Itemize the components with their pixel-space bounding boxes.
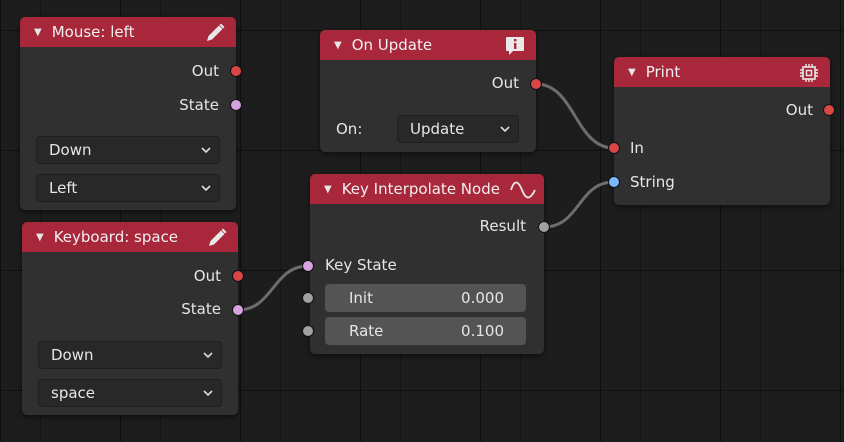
mouse-state-socket[interactable] [230, 99, 242, 111]
chip-icon [800, 64, 818, 82]
print-string-socket[interactable] [608, 176, 620, 188]
pencil-icon [207, 23, 225, 41]
out-label: Out [193, 267, 221, 285]
node-title: Mouse: left [51, 23, 135, 41]
chevron-down-icon [500, 126, 510, 133]
button-dropdown[interactable]: Left [36, 174, 220, 202]
key-interpolate-node[interactable]: ▼ Key Interpolate Node Result Key State … [310, 174, 544, 354]
node-header[interactable]: ▼ Print [614, 57, 830, 87]
print-node[interactable]: ▼ Print Out In String [614, 57, 830, 205]
node-title: On Update [351, 36, 433, 54]
rate-socket[interactable] [302, 325, 314, 337]
init-value: 0.000 [461, 289, 504, 307]
key-dropdown-value: space [51, 384, 96, 402]
info-icon [506, 37, 524, 55]
link-update-to-print-in [535, 82, 615, 150]
on-dropdown-value: Update [410, 120, 465, 138]
result-socket[interactable] [538, 221, 550, 233]
mouse-out-socket[interactable] [230, 65, 242, 77]
chevron-down-icon [201, 185, 211, 192]
event-dropdown-value: Down [51, 346, 94, 364]
on-update-node[interactable]: ▼ On Update Out On: Update [320, 30, 536, 152]
chevron-down-icon [203, 352, 213, 359]
event-dropdown[interactable]: Down [36, 136, 220, 164]
out-label: Out [785, 101, 813, 119]
on-dropdown[interactable]: Update [397, 115, 519, 143]
print-in-socket[interactable] [608, 142, 620, 154]
pencil-icon [209, 228, 227, 246]
init-socket[interactable] [302, 292, 314, 304]
collapse-arrow-icon[interactable]: ▼ [36, 232, 44, 243]
link-result-to-print-string [543, 180, 615, 229]
node-title: Keyboard: space [53, 228, 179, 246]
chevron-down-icon [203, 390, 213, 397]
event-dropdown[interactable]: Down [38, 341, 222, 369]
keyboard-space-node[interactable]: ▼ Keyboard: space Out State Down space [22, 222, 238, 415]
key-state-socket[interactable] [302, 260, 314, 272]
string-label: String [630, 173, 675, 191]
curve-icon [510, 181, 536, 199]
mouse-left-node[interactable]: ▼ Mouse: left Out State Down Left [20, 17, 236, 210]
on-label: On: [336, 120, 363, 138]
chevron-down-icon [201, 147, 211, 154]
print-out-socket[interactable] [823, 104, 835, 116]
keyboard-out-socket[interactable] [232, 270, 244, 282]
collapse-arrow-icon[interactable]: ▼ [628, 67, 636, 78]
button-dropdown-value: Left [49, 179, 78, 197]
event-dropdown-value: Down [49, 141, 92, 159]
node-header[interactable]: ▼ Key Interpolate Node [310, 174, 544, 204]
rate-label: Rate [349, 322, 384, 340]
keyboard-state-socket[interactable] [232, 304, 244, 316]
init-field[interactable]: Init 0.000 [325, 284, 526, 312]
node-header[interactable]: ▼ Keyboard: space [22, 222, 238, 252]
node-title: Print [645, 63, 681, 81]
rate-value: 0.100 [461, 322, 504, 340]
init-label: Init [349, 289, 373, 307]
collapse-arrow-icon[interactable]: ▼ [324, 184, 332, 195]
collapse-arrow-icon[interactable]: ▼ [34, 27, 42, 38]
node-header[interactable]: ▼ On Update [320, 30, 536, 60]
node-header[interactable]: ▼ Mouse: left [20, 17, 236, 47]
node-title: Key Interpolate Node [341, 180, 500, 198]
key-state-label: Key State [325, 256, 397, 274]
in-label: In [630, 139, 644, 157]
result-label: Result [479, 217, 526, 235]
state-label: State [179, 96, 219, 114]
link-state-to-keystate [237, 264, 309, 312]
out-label: Out [191, 62, 219, 80]
key-dropdown[interactable]: space [38, 379, 222, 407]
on-update-out-socket[interactable] [530, 78, 542, 90]
state-label: State [181, 300, 221, 318]
collapse-arrow-icon[interactable]: ▼ [334, 40, 342, 51]
out-label: Out [491, 74, 519, 92]
rate-field[interactable]: Rate 0.100 [325, 317, 526, 345]
